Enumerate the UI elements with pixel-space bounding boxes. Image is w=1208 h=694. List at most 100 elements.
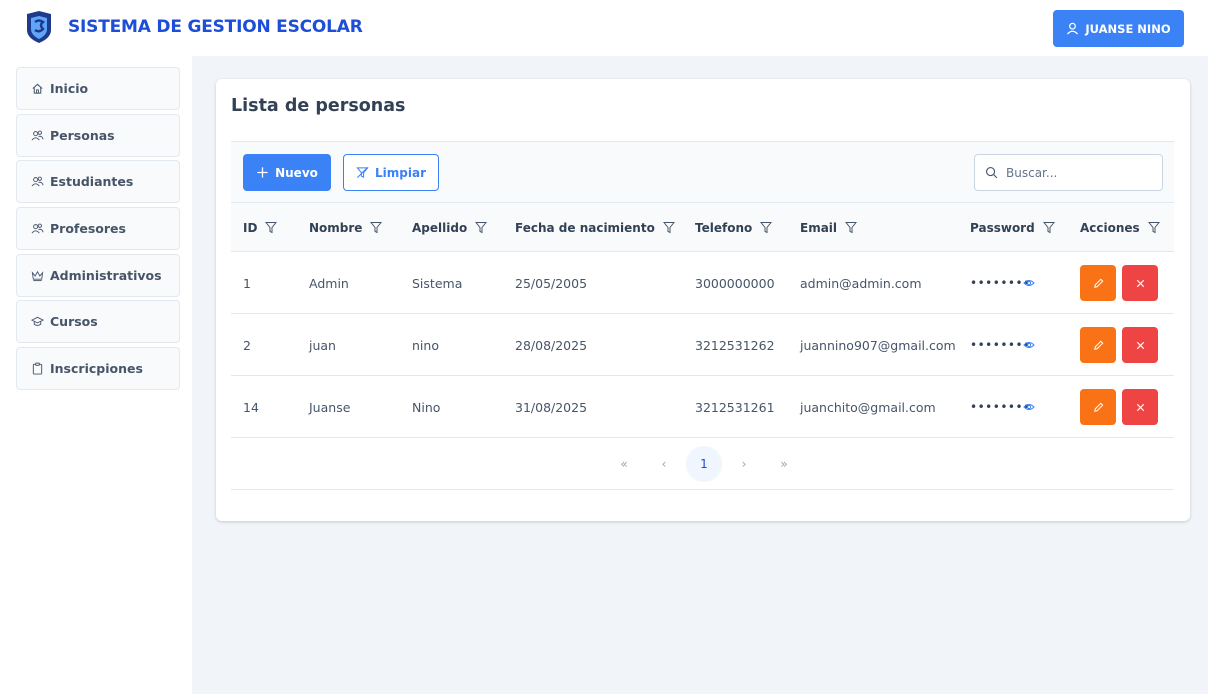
graduation-cap-icon <box>31 316 44 326</box>
column-header-email[interactable]: Email <box>800 203 858 252</box>
filter-icon[interactable] <box>845 221 858 234</box>
sidebar: Inicio Personas Estudiantes Profesores A… <box>0 56 192 694</box>
first-page-button[interactable]: « <box>606 446 642 482</box>
sidebar-item-profesores[interactable]: Profesores <box>16 207 180 250</box>
sidebar-item-label: Cursos <box>50 314 98 329</box>
user-name: JUANSE NINO <box>1085 21 1171 36</box>
eye-icon[interactable] <box>1023 277 1035 289</box>
delete-button[interactable] <box>1122 389 1158 425</box>
delete-button[interactable] <box>1122 265 1158 301</box>
last-page-button[interactable]: » <box>766 446 802 482</box>
cell-email: juanchito@gmail.com <box>800 399 936 415</box>
search-icon <box>986 167 998 179</box>
cell-fecha: 25/05/2005 <box>515 275 588 291</box>
search-input[interactable] <box>1006 165 1156 180</box>
filter-icon[interactable] <box>662 221 675 234</box>
cell-nombre: Juanse <box>309 399 351 415</box>
cell-fecha: 28/08/2025 <box>515 337 588 353</box>
cell-password: •••••••• <box>970 338 1031 352</box>
sidebar-item-label: Estudiantes <box>50 174 134 189</box>
clipboard-icon <box>32 362 43 375</box>
new-button-label: Nuevo <box>275 165 318 180</box>
clear-button-label: Limpiar <box>375 165 426 180</box>
users-icon <box>31 130 44 141</box>
cell-email: juannino907@gmail.com <box>800 337 956 353</box>
close-icon <box>1136 403 1144 411</box>
close-icon <box>1136 341 1144 349</box>
pagination: « ‹ 1 › » <box>231 438 1174 490</box>
eye-icon[interactable] <box>1023 339 1035 351</box>
column-header-password[interactable]: Password <box>970 203 1055 252</box>
table-row: 2 juan nino 28/08/2025 3212531262 juanni… <box>231 314 1174 376</box>
top-bar: SISTEMA DE GESTION ESCOLAR JUANSE NINO <box>0 0 1208 56</box>
cell-telefono: 3212531261 <box>695 399 775 415</box>
cell-password: •••••••• <box>970 400 1031 414</box>
cell-nombre: Admin <box>309 275 349 291</box>
next-page-button[interactable]: › <box>726 446 762 482</box>
filter-icon[interactable] <box>1147 221 1160 234</box>
filter-slash-icon <box>356 167 369 178</box>
sidebar-item-personas[interactable]: Personas <box>16 114 180 157</box>
delete-button[interactable] <box>1122 327 1158 363</box>
sidebar-item-label: Personas <box>50 128 115 143</box>
pencil-icon <box>1093 278 1103 288</box>
close-icon <box>1136 279 1144 287</box>
column-header-acciones[interactable]: Acciones <box>1080 203 1160 252</box>
page-1-button[interactable]: 1 <box>686 446 722 482</box>
users-icon <box>31 223 44 234</box>
table-header: ID Nombre Apellido Fecha de nacimiento T… <box>231 203 1174 252</box>
filter-icon[interactable] <box>760 221 773 234</box>
clear-filters-button[interactable]: Limpiar <box>343 154 439 191</box>
column-header-id[interactable]: ID <box>243 203 278 252</box>
filter-icon[interactable] <box>475 221 488 234</box>
column-header-apellido[interactable]: Apellido <box>412 203 488 252</box>
pencil-icon <box>1093 340 1103 350</box>
sidebar-item-label: Inicio <box>50 81 89 96</box>
cell-apellido: Nino <box>412 399 441 415</box>
pencil-icon <box>1093 402 1103 412</box>
cell-telefono: 3212531262 <box>695 337 775 353</box>
cell-id: 2 <box>243 337 251 353</box>
cell-email: admin@admin.com <box>800 275 922 291</box>
cell-telefono: 3000000000 <box>695 275 775 291</box>
eye-icon[interactable] <box>1023 401 1035 413</box>
cell-apellido: Sistema <box>412 275 463 291</box>
filter-icon[interactable] <box>1042 221 1055 234</box>
edit-button[interactable] <box>1080 327 1116 363</box>
toolbar: Nuevo Limpiar <box>231 141 1174 203</box>
sidebar-item-label: Profesores <box>50 221 126 236</box>
cell-id: 14 <box>243 399 259 415</box>
column-header-fecha[interactable]: Fecha de nacimiento <box>515 203 675 252</box>
cell-id: 1 <box>243 275 251 291</box>
main-content: Lista de personas Nuevo Limpiar ID Nom <box>192 56 1208 694</box>
sidebar-item-administrativos[interactable]: Administrativos <box>16 254 180 297</box>
sidebar-item-estudiantes[interactable]: Estudiantes <box>16 160 180 203</box>
search-box <box>974 154 1163 191</box>
filter-icon[interactable] <box>265 221 278 234</box>
sidebar-item-label: Administrativos <box>50 268 162 283</box>
sidebar-item-inscripciones[interactable]: Inscricpiones <box>16 347 180 390</box>
sidebar-item-label: Inscricpiones <box>50 361 143 376</box>
persons-card: Lista de personas Nuevo Limpiar ID Nom <box>216 79 1190 521</box>
plus-icon <box>257 167 268 178</box>
cell-apellido: nino <box>412 337 439 353</box>
table-row: 14 Juanse Nino 31/08/2025 3212531261 jua… <box>231 376 1174 438</box>
column-header-nombre[interactable]: Nombre <box>309 203 383 252</box>
cell-fecha: 31/08/2025 <box>515 399 588 415</box>
edit-button[interactable] <box>1080 265 1116 301</box>
cell-password: •••••••• <box>970 276 1031 290</box>
new-button[interactable]: Nuevo <box>243 154 331 191</box>
users-icon <box>31 176 44 187</box>
sidebar-item-inicio[interactable]: Inicio <box>16 67 180 110</box>
home-icon <box>32 83 43 94</box>
crown-icon <box>31 270 44 282</box>
school-logo-icon <box>27 11 51 43</box>
column-header-telefono[interactable]: Telefono <box>695 203 773 252</box>
page-title: Lista de personas <box>231 96 406 116</box>
previous-page-button[interactable]: ‹ <box>646 446 682 482</box>
filter-icon[interactable] <box>370 221 383 234</box>
sidebar-item-cursos[interactable]: Cursos <box>16 300 180 343</box>
user-menu-button[interactable]: JUANSE NINO <box>1053 10 1184 47</box>
edit-button[interactable] <box>1080 389 1116 425</box>
brand[interactable]: SISTEMA DE GESTION ESCOLAR <box>24 10 363 44</box>
